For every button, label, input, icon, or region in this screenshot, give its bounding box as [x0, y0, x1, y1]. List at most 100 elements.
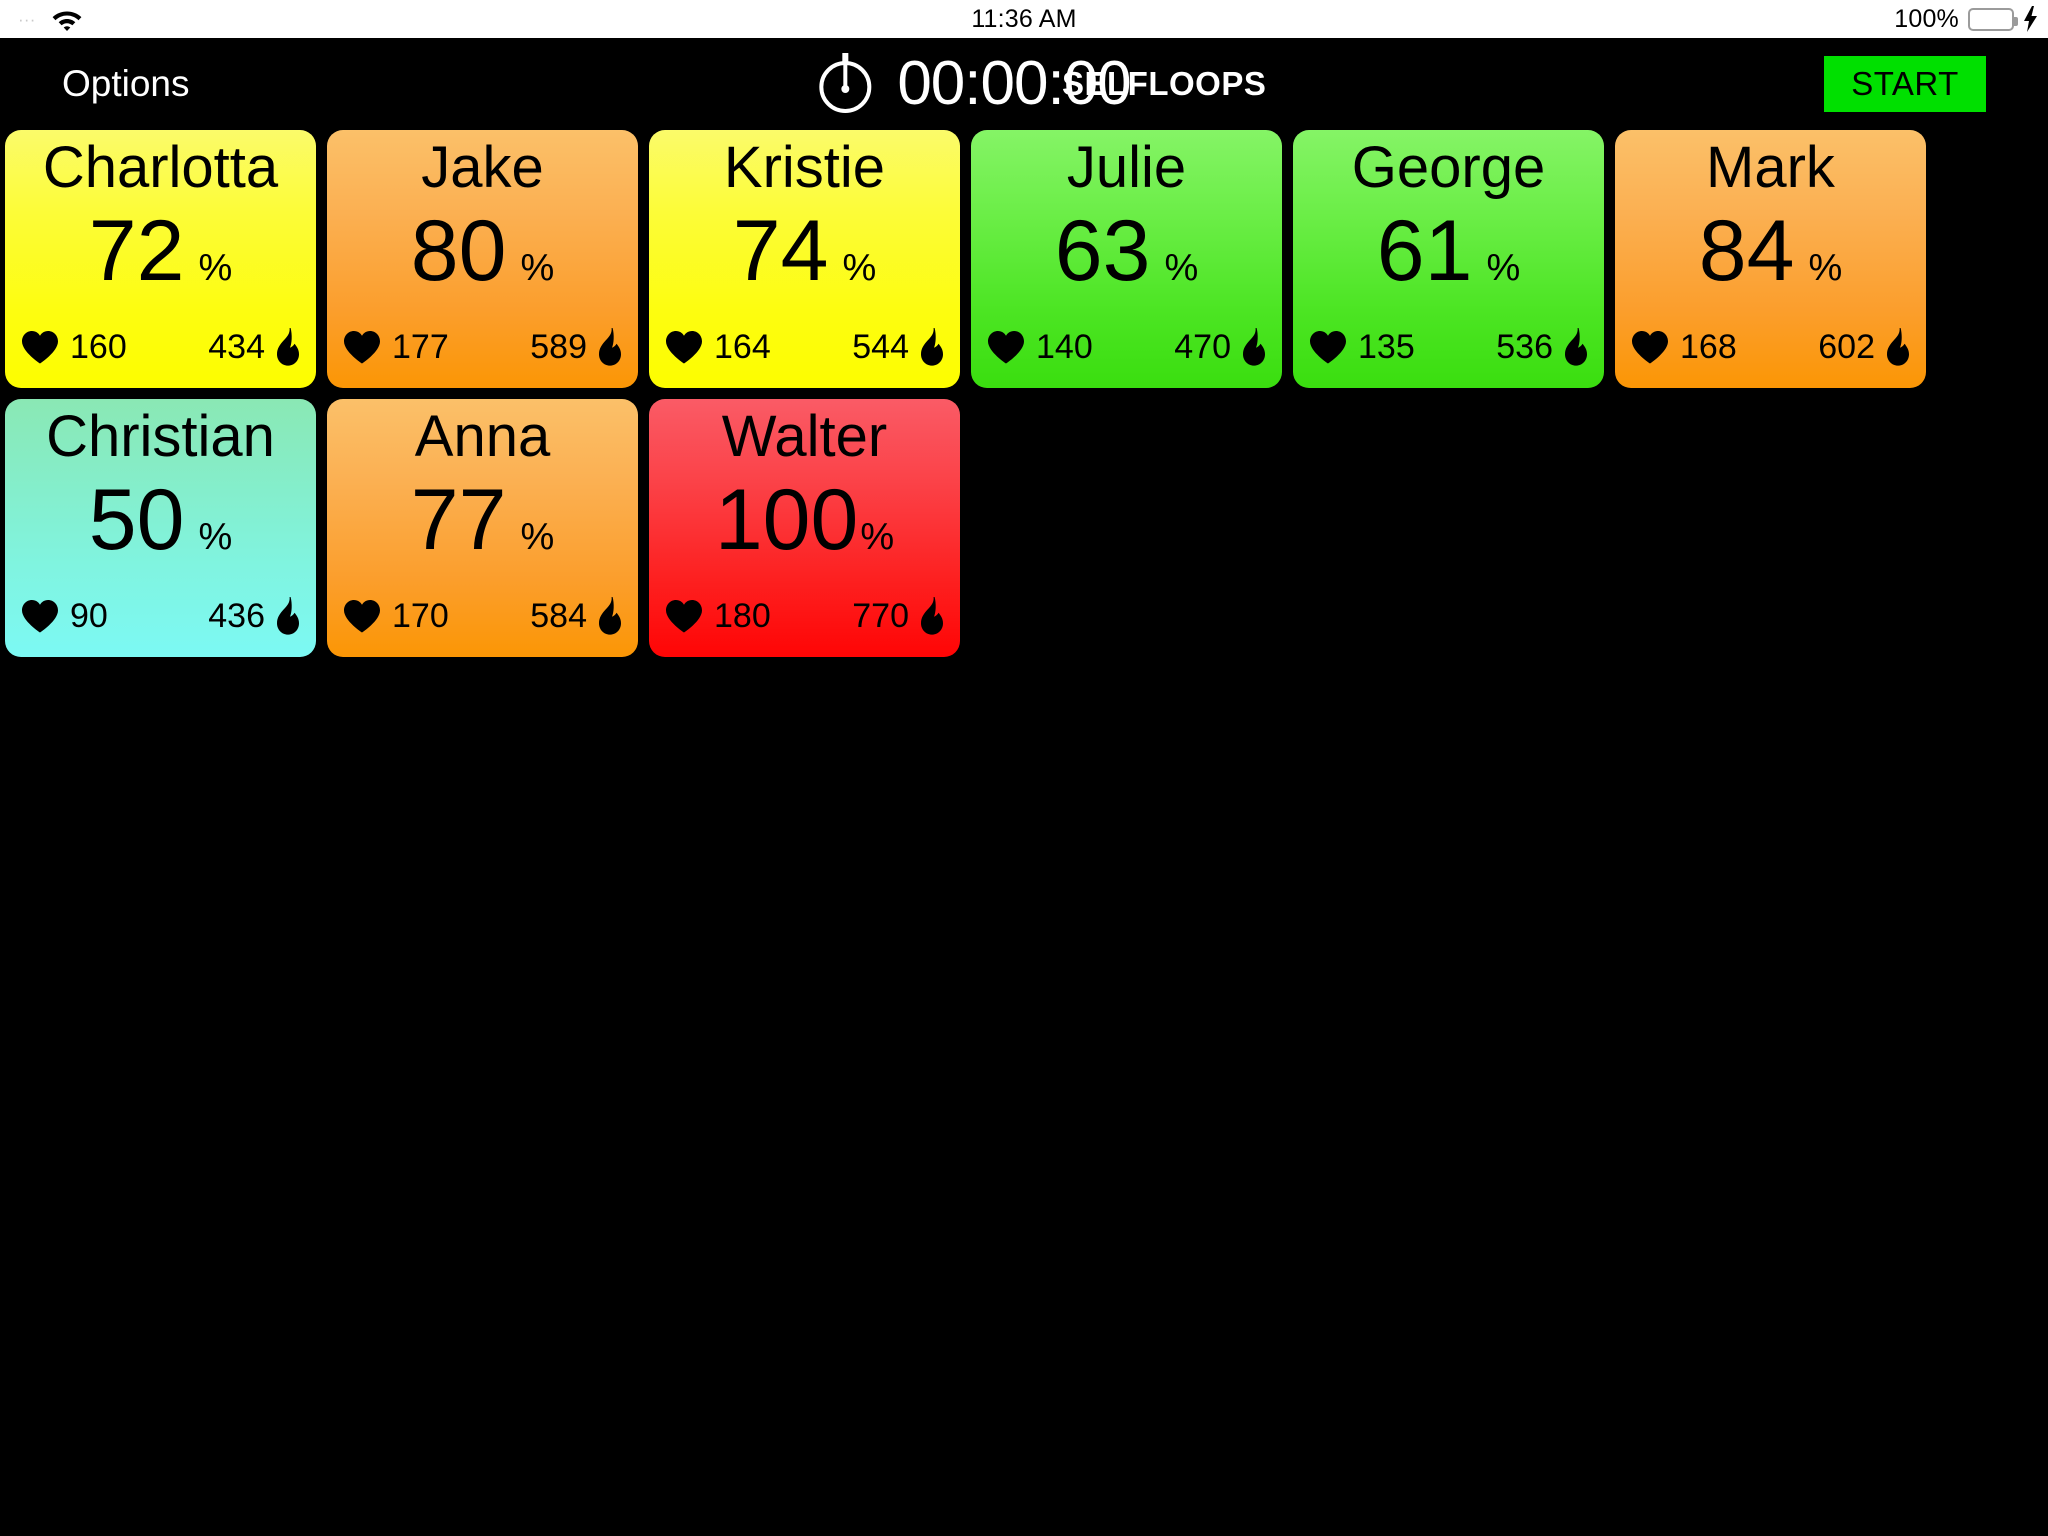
athlete-name: George [1351, 136, 1546, 200]
heart-icon [21, 599, 59, 633]
athlete-card-jake[interactable]: Jake 80 % 177 589 [327, 130, 638, 388]
heart-rate-value: 160 [70, 328, 127, 366]
athlete-effort-row: 61 % [1293, 208, 1604, 294]
calories-metric: 584 [530, 597, 622, 635]
athlete-effort-row: 77 % [327, 477, 638, 563]
athlete-card-george[interactable]: George 61 % 135 536 [1293, 130, 1604, 388]
app-title: SELFLOOPS [1062, 65, 1267, 102]
heart-rate-value: 170 [392, 597, 449, 635]
heart-rate-metric: 135 [1309, 330, 1415, 364]
athlete-name: Mark [1706, 136, 1835, 200]
athlete-effort-percent: 77 [410, 472, 507, 568]
flame-icon [1886, 328, 1910, 366]
flame-icon [276, 328, 300, 366]
athlete-effort-row: 74 % [649, 208, 960, 294]
athlete-name: Walter [721, 405, 888, 469]
calories-value: 584 [530, 597, 587, 635]
athlete-effort-percent: 61 [1376, 203, 1473, 299]
percent-sign: % [842, 247, 877, 289]
athlete-metrics: 168 602 [1631, 328, 1910, 366]
calories-value: 589 [530, 328, 587, 366]
athlete-metrics: 180 770 [665, 597, 944, 635]
calories-value: 536 [1496, 328, 1553, 366]
athlete-effort-percent: 80 [410, 203, 507, 299]
calories-value: 436 [208, 597, 265, 635]
flame-icon [598, 597, 622, 635]
heart-rate-value: 90 [70, 597, 108, 635]
heart-icon [343, 599, 381, 633]
athlete-effort-row: 63 % [971, 208, 1282, 294]
calories-value: 544 [852, 328, 909, 366]
athlete-metrics: 160 434 [21, 328, 300, 366]
athlete-card-kristie[interactable]: Kristie 74 % 164 544 [649, 130, 960, 388]
heart-icon [665, 599, 703, 633]
heart-icon [21, 330, 59, 364]
athlete-metrics: 140 470 [987, 328, 1266, 366]
status-bar-clock: 11:36 AM [971, 4, 1077, 33]
athlete-effort-percent: 84 [1698, 203, 1795, 299]
athlete-effort-row: 72 % [5, 208, 316, 294]
start-button[interactable]: START [1824, 56, 1986, 112]
calories-metric: 536 [1496, 328, 1588, 366]
heart-rate-value: 180 [714, 597, 771, 635]
flame-icon [920, 597, 944, 635]
athlete-card-mark[interactable]: Mark 84 % 168 602 [1615, 130, 1926, 388]
heart-rate-metric: 168 [1631, 330, 1737, 364]
athlete-card-walter[interactable]: Walter 100 % 180 770 [649, 399, 960, 657]
heart-rate-metric: 180 [665, 599, 771, 633]
ios-status-bar: ··· 11:36 AM 100% [0, 0, 2048, 38]
athlete-metrics: 177 589 [343, 328, 622, 366]
flame-icon [1564, 328, 1588, 366]
athlete-effort-row: 84 % [1615, 208, 1926, 294]
heart-rate-value: 164 [714, 328, 771, 366]
athlete-name: Julie [1066, 136, 1187, 200]
heart-rate-metric: 90 [21, 599, 108, 633]
heart-icon [1631, 330, 1669, 364]
athlete-card-grid: Charlotta 72 % 160 434 Jake 80 % 177 589… [0, 130, 2048, 657]
percent-sign: % [1164, 247, 1199, 289]
battery-percent-label: 100% [1894, 4, 1959, 33]
athlete-name: Jake [421, 136, 544, 200]
percent-sign: % [520, 247, 555, 289]
heart-icon [343, 330, 381, 364]
flame-icon [276, 597, 300, 635]
athlete-metrics: 135 536 [1309, 328, 1588, 366]
heart-rate-metric: 140 [987, 330, 1093, 364]
athlete-metrics: 170 584 [343, 597, 622, 635]
percent-sign: % [520, 516, 555, 558]
athlete-metrics: 164 544 [665, 328, 944, 366]
battery-icon [1968, 7, 2018, 31]
calories-metric: 589 [530, 328, 622, 366]
percent-sign: % [860, 516, 895, 558]
flame-icon [1242, 328, 1266, 366]
athlete-effort-percent: 100 [714, 472, 859, 568]
heart-icon [1309, 330, 1347, 364]
app-toolbar: Options 00:00:00 SELFLOOPS START [0, 38, 2048, 130]
athlete-card-julie[interactable]: Julie 63 % 140 470 [971, 130, 1282, 388]
calories-value: 770 [852, 597, 909, 635]
heart-rate-value: 168 [1680, 328, 1737, 366]
athlete-name: Kristie [723, 136, 886, 200]
athlete-name: Christian [46, 405, 275, 469]
calories-metric: 470 [1174, 328, 1266, 366]
percent-sign: % [198, 516, 233, 558]
calories-metric: 436 [208, 597, 300, 635]
athlete-name: Anna [414, 405, 551, 469]
athlete-card-anna[interactable]: Anna 77 % 170 584 [327, 399, 638, 657]
lightning-bolt-icon [2023, 6, 2038, 32]
heart-rate-metric: 170 [343, 599, 449, 633]
athlete-card-charlotta[interactable]: Charlotta 72 % 160 434 [5, 130, 316, 388]
flame-icon [598, 328, 622, 366]
stopwatch-icon [817, 53, 873, 115]
heart-icon [665, 330, 703, 364]
calories-value: 434 [208, 328, 265, 366]
options-button[interactable]: Options [62, 63, 190, 105]
athlete-card-christian[interactable]: Christian 50 % 90 436 [5, 399, 316, 657]
athlete-effort-row: 100 % [649, 477, 960, 563]
calories-value: 602 [1818, 328, 1875, 366]
athlete-effort-percent: 63 [1054, 203, 1151, 299]
athlete-effort-percent: 72 [88, 203, 185, 299]
heart-rate-metric: 177 [343, 330, 449, 364]
athlete-metrics: 90 436 [21, 597, 300, 635]
percent-sign: % [198, 247, 233, 289]
